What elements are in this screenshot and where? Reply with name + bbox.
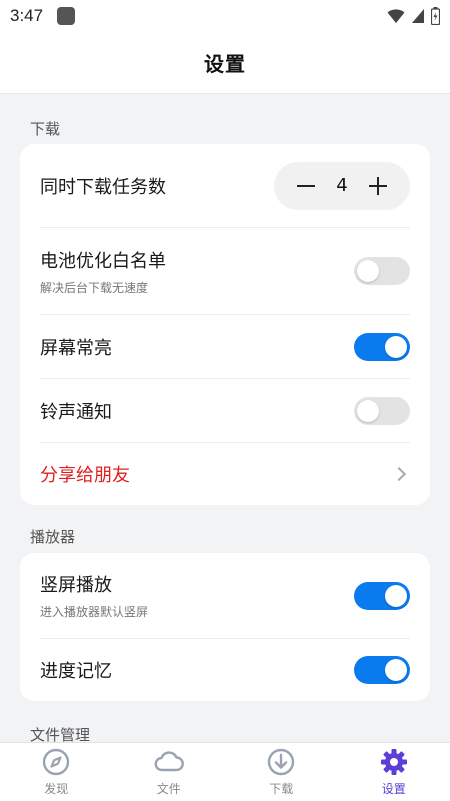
tab-label-files: 文件 [156, 782, 181, 796]
tab-label-discover: 发现 [44, 782, 69, 796]
portrait-play-row[interactable]: 竖屏播放 进入播放器默认竖屏 [40, 553, 410, 639]
section-label-download: 下载 [30, 120, 61, 138]
progress-memory-toggle[interactable] [354, 656, 410, 684]
battery-whitelist-row[interactable]: 电池优化白名单 解决后台下载无速度 [40, 228, 410, 315]
screen-awake-row[interactable]: 屏幕常亮 [40, 315, 410, 379]
concurrent-tasks-row: 同时下载任务数 4 [40, 144, 410, 228]
share-label: 分享给朋友 [40, 465, 130, 486]
tab-files[interactable]: 文件 [113, 743, 226, 801]
progress-memory-row[interactable]: 进度记忆 [40, 639, 410, 701]
title-bar: 设置 [0, 32, 450, 94]
tab-downloads[interactable]: 下载 [225, 743, 338, 801]
page-title: 设置 [204, 52, 246, 76]
tab-discover[interactable]: 发现 [0, 743, 113, 801]
signal-icon [412, 9, 424, 23]
ringtone-toggle[interactable] [354, 396, 410, 425]
compass-icon [43, 748, 70, 776]
player-card: 竖屏播放 进入播放器默认竖屏 进度记忆 [20, 553, 430, 701]
screen-awake-label: 屏幕常亮 [40, 337, 112, 359]
gear-icon [380, 749, 407, 775]
bottom-tab-bar: 发现 文件 下载 设置 [0, 742, 450, 801]
concurrent-tasks-value: 4 [336, 175, 348, 196]
battery-whitelist-toggle[interactable] [354, 257, 410, 285]
concurrent-tasks-label: 同时下载任务数 [40, 176, 166, 198]
battery-icon [431, 7, 440, 25]
tab-label-settings: 设置 [381, 782, 406, 796]
portrait-play-toggle[interactable] [354, 581, 410, 610]
cloud-icon [154, 751, 184, 772]
app-notification-icon [57, 7, 76, 25]
wifi-icon [387, 9, 405, 23]
ringtone-row[interactable]: 铃声通知 [40, 379, 410, 443]
screen-awake-toggle[interactable] [354, 332, 410, 361]
ringtone-label: 铃声通知 [40, 401, 112, 423]
tab-label-downloads: 下载 [269, 782, 294, 796]
portrait-play-label: 竖屏播放 [40, 575, 112, 596]
status-indicators [387, 7, 440, 25]
settings-content[interactable]: 下载 同时下载任务数 4 电池优化白名单 解决后台下载无速度 屏幕常亮 铃声通知… [0, 94, 450, 742]
portrait-play-sub: 进入播放器默认竖屏 [40, 605, 149, 619]
download-icon [268, 748, 295, 776]
battery-whitelist-label: 电池优化白名单 [40, 250, 166, 272]
progress-memory-label: 进度记忆 [40, 661, 112, 682]
concurrent-tasks-stepper: 4 [274, 161, 410, 210]
tab-settings[interactable]: 设置 [338, 743, 450, 801]
chevron-right-icon [391, 466, 407, 482]
download-card: 同时下载任务数 4 电池优化白名单 解决后台下载无速度 屏幕常亮 铃声通知 分享… [20, 144, 430, 505]
section-label-files: 文件管理 [30, 726, 91, 742]
status-bar: 3:47 [0, 0, 450, 32]
battery-whitelist-sub: 解决后台下载无速度 [40, 280, 149, 295]
increment-button[interactable] [368, 176, 388, 196]
section-label-player: 播放器 [30, 528, 76, 546]
decrement-button[interactable] [296, 176, 316, 196]
share-row[interactable]: 分享给朋友 [40, 443, 410, 505]
status-time: 3:47 [10, 6, 44, 25]
